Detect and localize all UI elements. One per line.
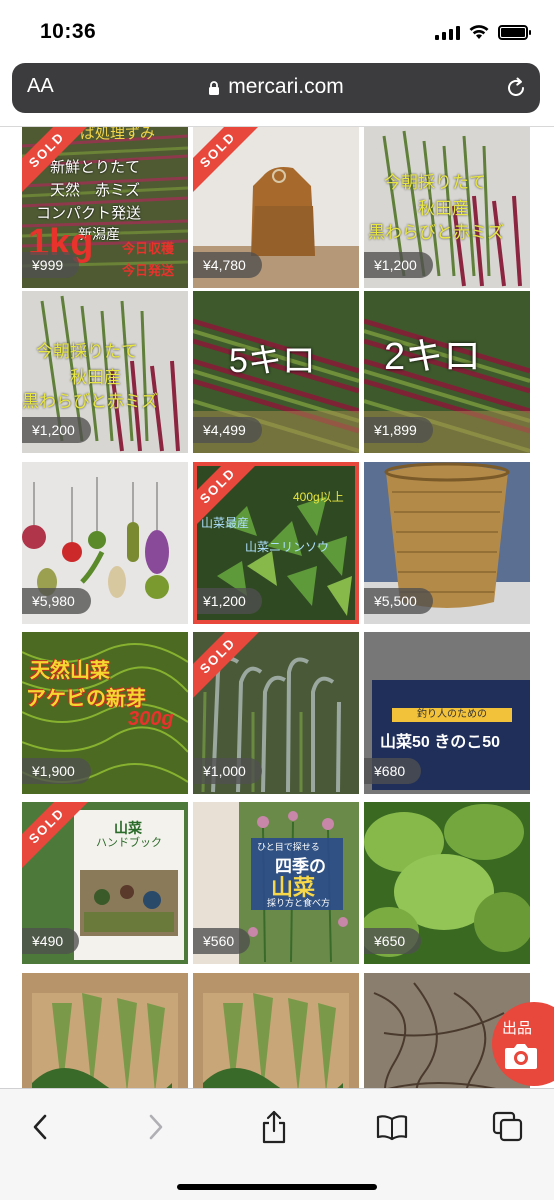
price-tag: ¥1,899 bbox=[364, 417, 433, 443]
image-text: 天然 赤ミズ bbox=[50, 182, 141, 199]
address-bar[interactable]: AA mercari.com bbox=[12, 63, 540, 113]
product-grid: ば処理ずみ 新鮮とりたて 天然 赤ミズ コンパクト発送 新潟産 1kg 今日収穫… bbox=[22, 127, 534, 1088]
share-button[interactable] bbox=[256, 1109, 292, 1145]
reload-icon[interactable] bbox=[504, 76, 528, 100]
status-bar: 10:36 bbox=[0, 0, 554, 62]
forward-icon bbox=[149, 1114, 163, 1140]
lock-icon bbox=[209, 81, 220, 95]
image-text: 5キロ bbox=[229, 342, 316, 380]
image-text: 2キロ bbox=[384, 336, 482, 378]
price-tag: ¥4,499 bbox=[193, 417, 262, 443]
sell-button-label: 出品 bbox=[502, 1020, 533, 1037]
image-text: 今朝採りたて bbox=[36, 342, 138, 361]
wifi-icon bbox=[469, 25, 489, 39]
product-tile[interactable] bbox=[193, 973, 359, 1088]
forward-button[interactable] bbox=[138, 1109, 174, 1145]
product-tile[interactable]: 今朝採りたて 秋田産 黒わらびと赤ミズ ¥1,200 bbox=[364, 127, 530, 288]
image-text: 山菜最産 bbox=[201, 516, 250, 530]
tabs-button[interactable] bbox=[490, 1109, 526, 1145]
product-tile[interactable]: 釣り人のための 山菜50 きのこ50 ¥680 bbox=[364, 632, 530, 794]
image-text: 採り方と食べ方 bbox=[267, 898, 331, 908]
image-text: 山菜ニリンソウ bbox=[245, 540, 330, 554]
price-tag: ¥1,200 bbox=[22, 417, 91, 443]
product-tile[interactable]: SOLD ¥4,780 bbox=[193, 127, 359, 288]
image-text: 今日発送 bbox=[122, 263, 175, 278]
product-tile[interactable]: ひと目で探せる 四季の 山菜 採り方と食べ方 ¥560 bbox=[193, 802, 359, 964]
product-tile[interactable]: SOLD ¥1,000 bbox=[193, 632, 359, 794]
price-tag: ¥4,780 bbox=[193, 252, 262, 278]
image-text: コンパクト発送 bbox=[36, 205, 142, 222]
product-image bbox=[22, 973, 188, 1088]
browser-toolbar bbox=[0, 1088, 554, 1200]
back-button[interactable] bbox=[22, 1109, 58, 1145]
product-tile[interactable]: ば処理ずみ 新鮮とりたて 天然 赤ミズ コンパクト発送 新潟産 1kg 今日収穫… bbox=[22, 127, 188, 288]
product-tile[interactable]: 2キロ ¥1,899 bbox=[364, 291, 530, 453]
tabs-icon bbox=[492, 1111, 523, 1142]
price-tag: ¥1,200 bbox=[364, 252, 433, 278]
product-tile[interactable]: 5キロ ¥4,499 bbox=[193, 291, 359, 453]
image-text: 400g以上 bbox=[293, 490, 344, 504]
product-tile[interactable]: ¥5,980 bbox=[22, 462, 188, 624]
price-tag: ¥680 bbox=[364, 758, 422, 784]
price-tag: ¥650 bbox=[364, 928, 422, 954]
product-tile[interactable]: 400g以上 山菜最産 山菜ニリンソウ SOLD ¥1,200 bbox=[193, 462, 359, 624]
home-indicator bbox=[177, 1184, 377, 1190]
image-text: 秋田産 bbox=[418, 199, 469, 218]
price-tag: ¥1,900 bbox=[22, 758, 91, 784]
image-text: アケビの新芽 bbox=[26, 688, 146, 710]
product-image bbox=[193, 973, 359, 1088]
signal-icon bbox=[435, 25, 460, 40]
image-text: 今朝採りたて bbox=[384, 173, 486, 192]
product-tile[interactable]: ¥5,500 bbox=[364, 462, 530, 624]
price-tag: ¥560 bbox=[193, 928, 251, 954]
image-text: 黒わらびと赤ミズ bbox=[368, 223, 504, 242]
image-text: 秋田産 bbox=[70, 368, 121, 387]
image-text: 300g bbox=[128, 708, 174, 730]
camera-icon bbox=[505, 1044, 537, 1069]
product-tile[interactable]: 天然山菜 アケビの新芽 300g ¥1,900 bbox=[22, 632, 188, 794]
share-icon bbox=[262, 1110, 286, 1144]
image-text: 釣り人のための bbox=[392, 708, 512, 722]
status-time: 10:36 bbox=[40, 20, 97, 43]
price-tag: ¥1,200 bbox=[197, 588, 262, 614]
price-tag: ¥999 bbox=[22, 252, 80, 278]
image-text: ハンドブック bbox=[96, 837, 162, 849]
url-display[interactable]: mercari.com bbox=[12, 75, 540, 99]
image-text: 山菜50 きのこ50 bbox=[380, 734, 501, 751]
price-tag: ¥490 bbox=[22, 928, 80, 954]
product-tile[interactable]: ¥650 bbox=[364, 802, 530, 964]
bookmarks-icon bbox=[376, 1115, 408, 1141]
product-tile[interactable]: 山菜 ハンドブック SOLD ¥490 bbox=[22, 802, 188, 964]
price-tag: ¥1,000 bbox=[193, 758, 262, 784]
url-text: mercari.com bbox=[228, 75, 344, 98]
image-text: 黒わらびと赤ミズ bbox=[22, 392, 158, 411]
back-icon bbox=[33, 1114, 47, 1140]
product-tile[interactable]: 今朝採りたて 秋田産 黒わらびと赤ミズ ¥1,200 bbox=[22, 291, 188, 453]
image-text: 新鮮とりたて bbox=[50, 159, 141, 176]
price-tag: ¥5,980 bbox=[22, 588, 91, 614]
product-tile[interactable] bbox=[22, 973, 188, 1088]
status-icons bbox=[435, 24, 531, 40]
image-text: 天然山菜 bbox=[30, 660, 110, 682]
price-tag: ¥5,500 bbox=[364, 588, 433, 614]
bookmarks-button[interactable] bbox=[374, 1109, 410, 1145]
image-text: ば処理ずみ bbox=[80, 127, 156, 142]
battery-icon bbox=[498, 24, 531, 40]
image-text: 今日収穫 bbox=[122, 241, 175, 256]
